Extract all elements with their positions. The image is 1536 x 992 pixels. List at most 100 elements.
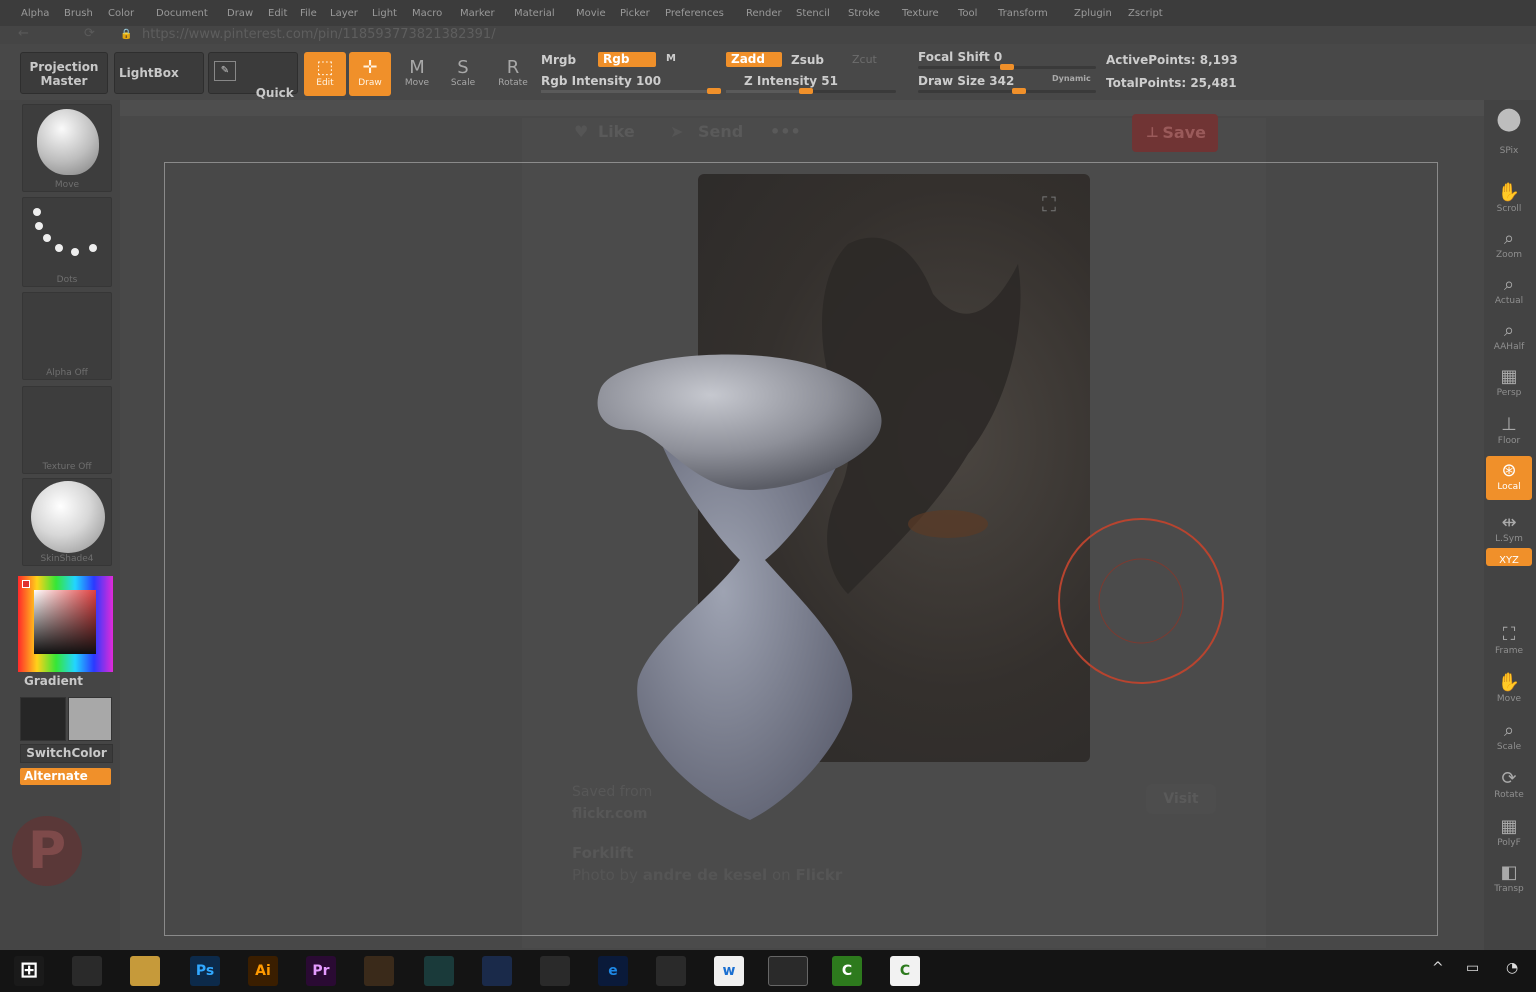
sculpt-mesh[interactable]: [590, 350, 890, 830]
scale-button[interactable]: S Scale: [442, 52, 484, 96]
taskbar-camtasia[interactable]: C: [832, 956, 862, 986]
move-button[interactable]: M Move: [396, 52, 438, 96]
rotate-button[interactable]: R Rotate: [492, 52, 534, 96]
taskbar-edge[interactable]: e: [598, 956, 628, 986]
focal-shift-knob[interactable]: [1000, 64, 1014, 70]
focal-shift-slider[interactable]: [918, 64, 1096, 70]
menu-layer[interactable]: Layer: [330, 8, 358, 19]
menu-movie[interactable]: Movie: [576, 8, 606, 19]
material-button[interactable]: SkinShade4: [22, 478, 112, 566]
taskbar-app-w[interactable]: w: [714, 956, 744, 986]
stroke-button[interactable]: Dots: [22, 197, 112, 287]
projection-master-button[interactable]: Projection Master: [20, 52, 108, 94]
menu-edit[interactable]: Edit: [268, 8, 287, 19]
right-tool-persp[interactable]: ▦ Persp: [1486, 362, 1532, 406]
reload-icon[interactable]: ⟳: [84, 26, 95, 41]
rgb-intensity-knob[interactable]: [707, 88, 721, 94]
menu-alpha[interactable]: Alpha: [21, 8, 49, 19]
zsub-toggle[interactable]: Zsub: [791, 53, 824, 67]
taskbar-camtasia-2[interactable]: C: [890, 956, 920, 986]
right-tool-bpr[interactable]: ●: [1486, 104, 1532, 148]
taskbar-app-map[interactable]: [424, 956, 454, 986]
menu-stencil[interactable]: Stencil: [796, 8, 830, 19]
z-intensity-knob[interactable]: [798, 88, 813, 94]
url-text[interactable]: https://www.pinterest.com/pin/1185937738…: [142, 27, 496, 42]
expand-icon[interactable]: ⛶: [1042, 192, 1056, 216]
taskbar-photoshop[interactable]: Ps: [190, 956, 220, 986]
right-tool-scroll[interactable]: ✋ Scroll: [1486, 178, 1532, 222]
main-color-swatch[interactable]: [20, 697, 66, 741]
visit-button[interactable]: Visit: [1146, 784, 1216, 814]
taskbar-app-red[interactable]: [72, 956, 102, 986]
author-link[interactable]: andre de kesel: [643, 866, 767, 884]
draw-size-slider[interactable]: [918, 88, 1096, 94]
menu-transform[interactable]: Transform: [998, 8, 1048, 19]
right-tool-actual[interactable]: ⌕ Actual: [1486, 270, 1532, 314]
back-icon[interactable]: ←: [18, 26, 29, 41]
save-button[interactable]: ⊥ Save: [1132, 114, 1218, 152]
right-tool-move[interactable]: ✋ Move: [1486, 668, 1532, 712]
right-tool-scale[interactable]: ⌕ Scale: [1486, 716, 1532, 760]
taskbar-start-button[interactable]: ⊞: [14, 956, 44, 986]
tray-network-icon[interactable]: ◔: [1506, 960, 1518, 976]
taskbar-file-explorer[interactable]: [130, 956, 160, 986]
menu-color[interactable]: Color: [108, 8, 134, 19]
menu-zscript[interactable]: Zscript: [1128, 8, 1163, 19]
menu-stroke[interactable]: Stroke: [848, 8, 880, 19]
taskbar-premiere[interactable]: Pr: [306, 956, 336, 986]
texture-button[interactable]: Texture Off: [22, 386, 112, 474]
more-button[interactable]: •••: [770, 122, 801, 141]
right-tool-lsym[interactable]: ⇹ L.Sym: [1486, 508, 1532, 552]
taskbar-chrome[interactable]: [656, 956, 686, 986]
lightbox-button[interactable]: LightBox: [114, 52, 204, 94]
rgb-intensity-slider[interactable]: [541, 88, 721, 94]
site-link[interactable]: Flickr: [795, 866, 842, 884]
brush-button[interactable]: Move: [22, 104, 112, 192]
menu-macro[interactable]: Macro: [412, 8, 442, 19]
send-button[interactable]: Send: [698, 122, 743, 141]
taskbar-illustrator[interactable]: Ai: [248, 956, 278, 986]
alpha-button[interactable]: Alpha Off: [22, 292, 112, 380]
edit-button[interactable]: ⬚ Edit: [304, 52, 346, 96]
menu-marker[interactable]: Marker: [460, 8, 495, 19]
taskbar-app-gray[interactable]: [540, 956, 570, 986]
right-tool-transp[interactable]: ◧ Transp: [1486, 858, 1532, 902]
tray-battery-icon[interactable]: ▭: [1466, 960, 1479, 976]
menu-texture[interactable]: Texture: [902, 8, 939, 19]
menu-zplugin[interactable]: Zplugin: [1074, 8, 1112, 19]
right-tool-rotate[interactable]: ⟳ Rotate: [1486, 764, 1532, 808]
taskbar-app-pen[interactable]: [364, 956, 394, 986]
menu-light[interactable]: Light: [372, 8, 397, 19]
right-tool-aahalf[interactable]: ⌕ AAHalf: [1486, 316, 1532, 360]
mrgb-toggle[interactable]: Mrgb: [541, 53, 576, 67]
draw-button[interactable]: ✛ Draw: [349, 52, 391, 96]
taskbar-zbrush[interactable]: [768, 956, 808, 986]
send-icon[interactable]: ➤: [670, 122, 683, 141]
draw-size-knob[interactable]: [1012, 88, 1026, 94]
quick-sketch-button[interactable]: ✎ Quick Sketch: [208, 52, 298, 113]
menu-brush[interactable]: Brush: [64, 8, 93, 19]
menu-material[interactable]: Material: [514, 8, 555, 19]
menu-preferences[interactable]: Preferences: [665, 8, 724, 19]
color-square[interactable]: [34, 590, 96, 654]
like-button[interactable]: Like: [598, 122, 635, 141]
alternate-button[interactable]: Alternate: [20, 768, 111, 785]
menu-tool[interactable]: Tool: [958, 8, 977, 19]
menu-render[interactable]: Render: [746, 8, 782, 19]
m-toggle[interactable]: M: [666, 53, 676, 64]
switch-color-button[interactable]: SwitchColor: [20, 744, 113, 763]
color-picker[interactable]: [18, 576, 113, 672]
right-tool-polyf[interactable]: ▦ PolyF: [1486, 812, 1532, 856]
tray-chevron-icon[interactable]: ^: [1432, 960, 1444, 976]
menu-document[interactable]: Document: [156, 8, 208, 19]
rgb-toggle[interactable]: Rgb: [598, 52, 656, 67]
heart-icon[interactable]: ♥: [574, 122, 588, 141]
zadd-toggle[interactable]: Zadd: [726, 52, 782, 67]
menu-file[interactable]: File: [300, 8, 317, 19]
right-tool-local[interactable]: ⊛ Local: [1486, 456, 1532, 500]
menu-picker[interactable]: Picker: [620, 8, 650, 19]
right-tool-floor[interactable]: ⊥ Floor: [1486, 410, 1532, 454]
taskbar-app-figure[interactable]: [482, 956, 512, 986]
zcut-toggle[interactable]: Zcut: [852, 53, 877, 66]
secondary-color-swatch[interactable]: [68, 697, 112, 741]
